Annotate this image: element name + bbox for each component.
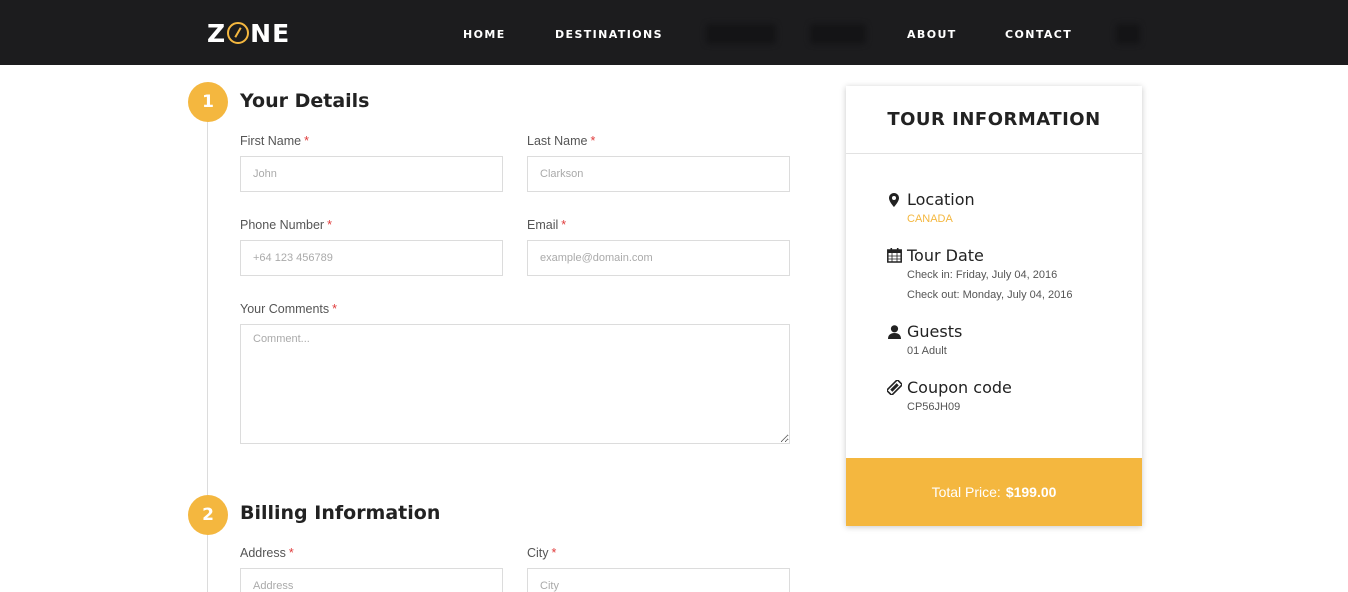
ticket-icon xyxy=(886,380,902,396)
nav-destinations[interactable]: DESTINATIONS xyxy=(555,28,663,41)
check-in-text: Check in: Friday, July 04, 2016 xyxy=(907,269,1058,281)
address-label: Address * xyxy=(240,546,294,560)
nav-item-obscured[interactable] xyxy=(706,24,776,44)
check-out-text: Check out: Monday, July 04, 2016 xyxy=(907,289,1073,301)
first-name-input[interactable] xyxy=(240,156,503,192)
tour-information-card: TOUR INFORMATION Location CANADA Tour Da… xyxy=(846,86,1142,526)
compass-icon xyxy=(227,22,250,44)
comments-textarea[interactable] xyxy=(240,324,790,444)
coupon-title: Coupon code xyxy=(907,378,1012,397)
guests-block: Guests 01 Adult xyxy=(886,322,962,361)
total-price-label: Total Price: xyxy=(931,484,1001,500)
email-label: Email * xyxy=(527,218,567,232)
tour-information-heading: TOUR INFORMATION xyxy=(846,86,1142,154)
zone-logo[interactable]: Z NE xyxy=(207,18,290,48)
step-2-badge: 2 xyxy=(188,495,228,535)
required-marker: * xyxy=(327,218,332,232)
logo-text-left: Z xyxy=(207,18,227,48)
last-name-label: Last Name * xyxy=(527,134,596,148)
map-marker-icon xyxy=(886,192,902,208)
coupon-value: CP56JH09 xyxy=(907,401,961,413)
tour-date-title: Tour Date xyxy=(907,246,984,265)
coupon-block: Coupon code CP56JH09 xyxy=(886,378,1012,417)
nav-home[interactable]: HOME xyxy=(463,28,506,41)
required-marker: * xyxy=(288,546,294,560)
nav-item-obscured[interactable] xyxy=(810,24,866,44)
billing-information-title: Billing Information xyxy=(240,502,441,524)
total-price-value: $199.00 xyxy=(1005,484,1057,500)
phone-label: Phone Number * xyxy=(240,218,332,232)
nav-search-obscured[interactable] xyxy=(1116,24,1140,44)
city-label: City * xyxy=(527,546,557,560)
required-marker: * xyxy=(561,218,567,232)
last-name-input[interactable] xyxy=(527,156,790,192)
nav-about[interactable]: ABOUT xyxy=(907,28,957,41)
guests-title: Guests xyxy=(907,322,963,341)
step-1-badge: 1 xyxy=(188,82,228,122)
calendar-icon xyxy=(886,248,902,264)
user-icon xyxy=(886,324,902,340)
required-marker: * xyxy=(332,302,338,316)
phone-input[interactable] xyxy=(240,240,503,276)
required-marker: * xyxy=(304,134,309,148)
city-input[interactable] xyxy=(527,568,790,592)
total-price-bar: Total Price: $199.00 xyxy=(846,458,1142,526)
guests-value: 01 Adult xyxy=(907,345,947,357)
location-block: Location CANADA xyxy=(886,190,975,229)
location-value: CANADA xyxy=(907,213,953,225)
your-details-title: Your Details xyxy=(240,90,370,112)
required-marker: * xyxy=(551,546,557,560)
first-name-label: First Name * xyxy=(240,134,309,148)
address-input[interactable] xyxy=(240,568,503,592)
required-marker: * xyxy=(590,134,596,148)
logo-text-right: NE xyxy=(250,18,291,48)
tour-date-block: Tour Date Check in: Friday, July 04, 201… xyxy=(886,246,1073,305)
email-input[interactable] xyxy=(527,240,790,276)
comments-label: Your Comments * xyxy=(240,302,338,316)
top-navbar: Z NE HOME DESTINATIONS ABOUT CONTACT xyxy=(0,0,1348,65)
nav-contact[interactable]: CONTACT xyxy=(1005,28,1072,41)
location-title: Location xyxy=(907,190,975,209)
